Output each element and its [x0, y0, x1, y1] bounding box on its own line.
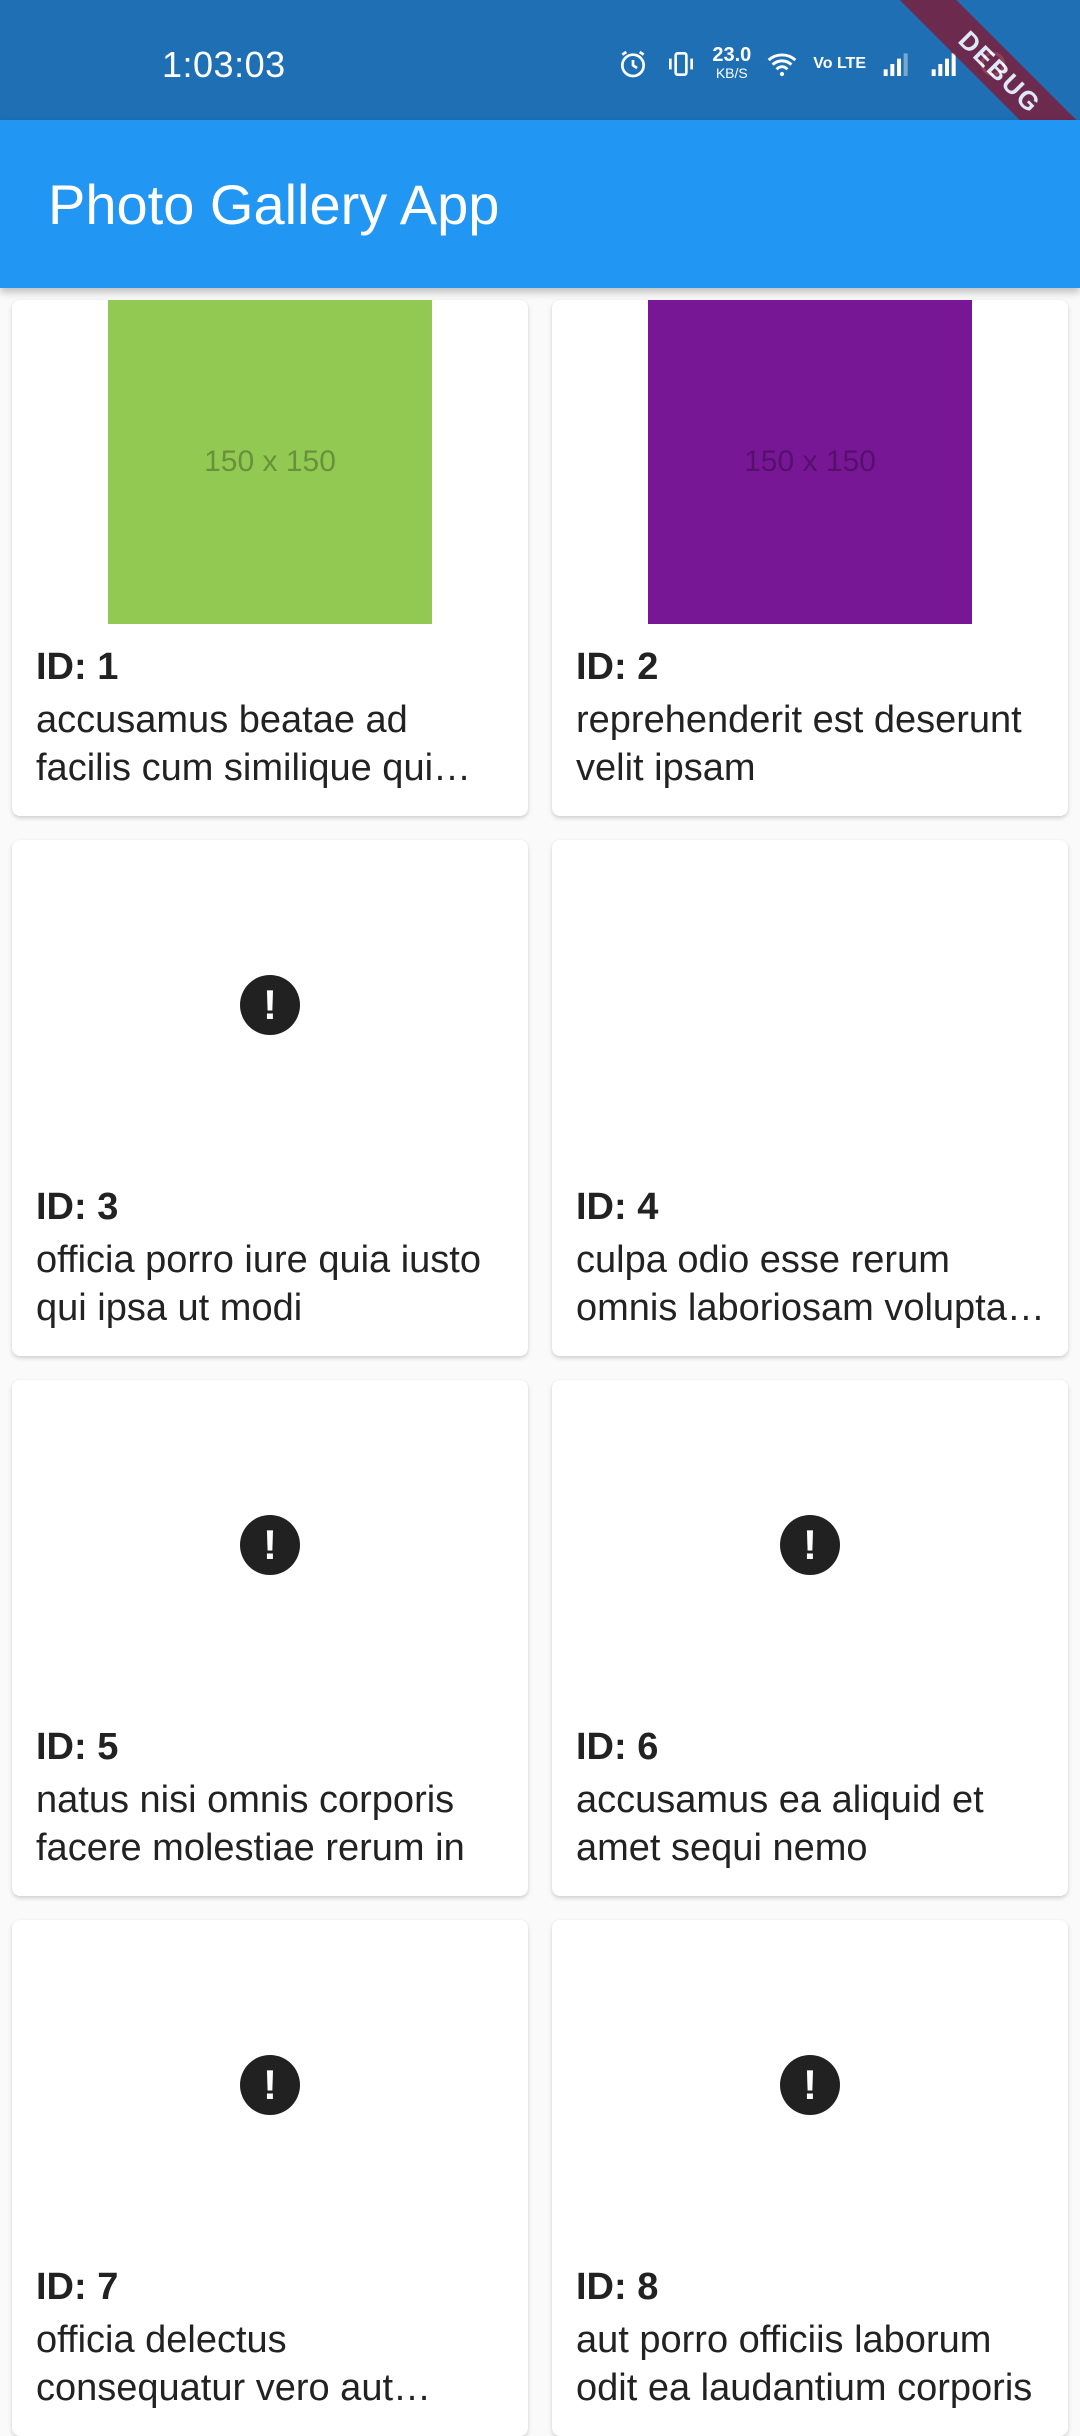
photo-title: officia porro iure quia iusto qui ipsa u…: [36, 1239, 481, 1329]
photo-id: ID: 7: [36, 2266, 119, 2308]
status-time: 1:03:03: [162, 44, 286, 85]
vibrate-icon: [664, 47, 698, 81]
photo-id: ID: 5: [36, 1726, 119, 1768]
app-title: Photo Gallery App: [48, 173, 500, 236]
photo-title: reprehenderit est deserunt velit ipsam: [576, 699, 1022, 789]
alarm-icon: [616, 47, 650, 81]
photo-thumbnail-area: 150 x 150: [552, 300, 1068, 624]
wifi-icon: [765, 47, 799, 81]
app-bar: Photo Gallery App: [0, 120, 1080, 288]
photo-grid: 150 x 150 ID: 1 accusamus beatae ad facili…: [12, 300, 1068, 2436]
photo-card[interactable]: 150 x 150 ID: 2 reprehenderit est deserunt…: [552, 300, 1068, 816]
signal-icon: [880, 47, 914, 81]
photo-id: ID: 2: [576, 646, 659, 688]
photo-id: ID: 6: [576, 1726, 659, 1768]
net-speed-value: 23.0: [712, 44, 752, 66]
photo-thumbnail: 150 x 150: [648, 300, 972, 624]
photo-id: ID: 3: [36, 1186, 119, 1228]
error-icon: !: [240, 975, 300, 1035]
error-icon: !: [240, 2055, 300, 2115]
photo-thumbnail-area: [552, 840, 1068, 1164]
photo-thumbnail-area: !: [12, 1920, 528, 2244]
photo-id: ID: 1: [36, 646, 119, 688]
photo-card[interactable]: ! ID: 7 officia delectus consequatur vero …: [12, 1920, 528, 2436]
photo-card[interactable]: ! ID: 8 aut porro officiis laborum odit ea…: [552, 1920, 1068, 2436]
photo-card[interactable]: 150 x 150 ID: 1 accusamus beatae ad facili…: [12, 300, 528, 816]
photo-card[interactable]: ID: 4 culpa odio esse rerum omnis laborio…: [552, 840, 1068, 1356]
photo-thumbnail-area: !: [12, 840, 528, 1164]
net-speed-unit: KB/S: [715, 65, 748, 81]
photo-title: natus nisi omnis corporis facere molesti…: [36, 1779, 465, 1869]
volte-label: Vo LTE: [813, 55, 866, 72]
photo-title: accusamus beatae ad facilis cum similiqu…: [36, 699, 434, 789]
error-icon: !: [240, 1515, 300, 1575]
photo-card[interactable]: ! ID: 3 officia porro iure quia iusto qui …: [12, 840, 528, 1356]
photo-thumbnail-area: !: [12, 1380, 528, 1704]
error-icon: !: [780, 1515, 840, 1575]
photo-card[interactable]: ! ID: 6 accusamus ea aliquid et amet sequi…: [552, 1380, 1068, 1896]
photo-title: aut porro officiis laborum odit ea lauda…: [576, 2319, 1033, 2409]
photo-thumbnail: 150 x 150: [108, 300, 432, 624]
photo-thumbnail-area: !: [552, 1380, 1068, 1704]
photo-id: ID: 8: [576, 2266, 659, 2308]
photo-title: culpa odio esse rerum omnis laboriosam v…: [576, 1239, 1039, 1329]
net-speed: 23.0 KB/S: [712, 44, 752, 82]
photo-title: officia delectus consequatur vero aut ve…: [36, 2319, 394, 2409]
photo-thumbnail-area: 150 x 150: [12, 300, 528, 624]
error-icon: !: [780, 2055, 840, 2115]
photo-title: accusamus ea aliquid et amet sequi nemo: [576, 1779, 984, 1869]
photo-id: ID: 4: [576, 1186, 659, 1228]
photo-thumbnail-area: !: [552, 1920, 1068, 2244]
photo-card[interactable]: ! ID: 5 natus nisi omnis corporis facere m…: [12, 1380, 528, 1896]
